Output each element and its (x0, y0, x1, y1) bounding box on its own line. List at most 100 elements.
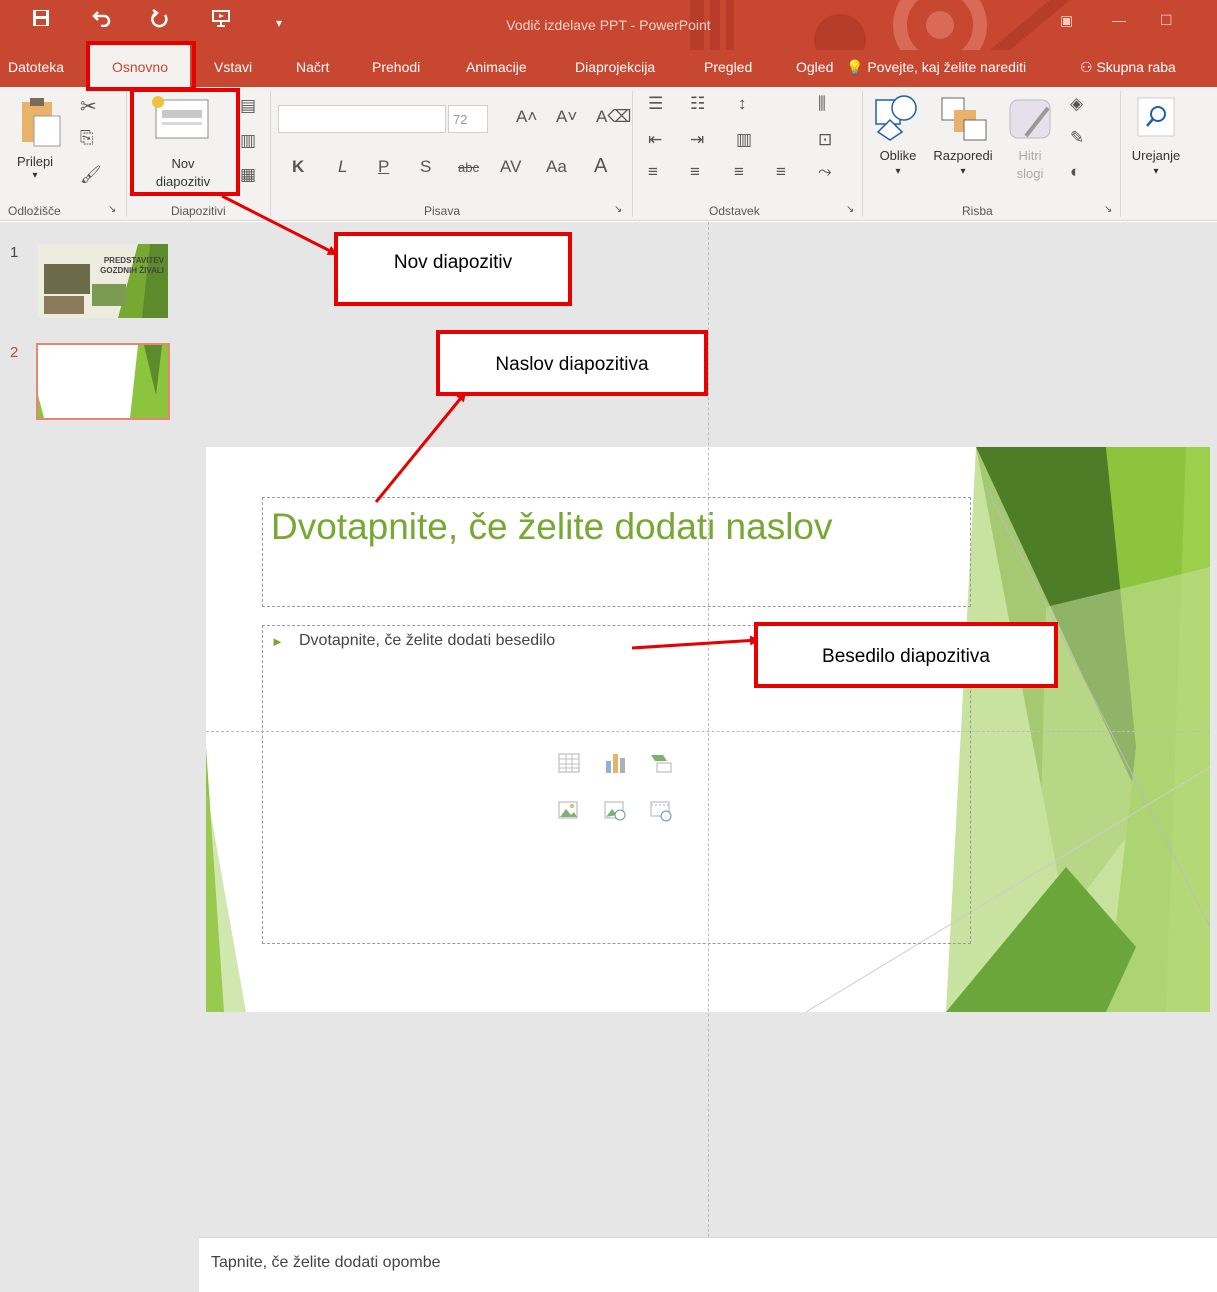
bullet-icon: ► (271, 634, 284, 649)
insert-picture-icon[interactable] (557, 799, 581, 823)
decrease-font-icon[interactable]: A˅ (556, 107, 577, 127)
numbering-icon[interactable]: ☷ (690, 94, 705, 114)
tab-review[interactable]: Pregled (704, 59, 752, 75)
increase-font-icon[interactable]: A˄ (516, 107, 537, 127)
bullets-icon[interactable]: ☰ (648, 94, 663, 114)
paste-label: Prilepi (16, 154, 54, 169)
char-spacing-button[interactable]: AV (500, 157, 521, 177)
ribbon-display-icon[interactable]: ▣ (1060, 12, 1073, 29)
format-painter-icon[interactable]: 🖌 (80, 165, 102, 185)
copy-icon[interactable]: ⎘ (80, 128, 94, 148)
arrange-icon (941, 97, 987, 141)
clipboard-launcher-icon[interactable]: ↘ (108, 204, 116, 215)
title-placeholder[interactable]: Dvotapnite, če želite dodati naslov (262, 497, 971, 607)
layout-icon[interactable]: ▤ (240, 96, 256, 116)
editing-dropdown-icon: ▾ (1153, 166, 1159, 177)
tab-transitions[interactable]: Prehodi (372, 59, 420, 75)
annotation-slide-title: Naslov diapozitiva (436, 330, 708, 396)
clear-format-icon[interactable]: A⌫ (596, 107, 631, 127)
tell-me-text: Povejte, kaj želite narediti (867, 59, 1027, 75)
editing-label: Urejanje (1131, 148, 1181, 163)
share-label: Skupna raba (1096, 59, 1176, 75)
columns-icon[interactable]: ▥ (736, 130, 752, 150)
notes-placeholder: Tapnite, če želite dodati opombe (211, 1254, 441, 1271)
divider (632, 91, 633, 217)
underline-button[interactable]: P (378, 157, 389, 177)
divider (270, 91, 271, 217)
insert-chart-icon[interactable] (603, 751, 627, 775)
shape-fill-icon[interactable]: ◈ (1070, 94, 1083, 114)
thumbnail-1-title: PREDSTAVITEV GOZDNIH ŽIVALI (94, 256, 164, 276)
quick-styles-icon (1009, 99, 1051, 139)
reset-icon[interactable]: ▥ (240, 131, 256, 151)
insert-table-icon[interactable] (557, 751, 581, 775)
section-icon[interactable]: ▦ (240, 165, 256, 185)
cut-icon[interactable]: ✂ (80, 94, 97, 119)
strikethrough-button[interactable]: abc (458, 160, 479, 175)
shape-effects-icon[interactable]: ◐ (1070, 162, 1080, 182)
tab-file[interactable]: Datoteka (8, 59, 64, 75)
tab-view[interactable]: Ogled (796, 59, 833, 75)
tab-animations[interactable]: Animacije (466, 59, 527, 75)
slide-thumbnail-1[interactable]: PREDSTAVITEV GOZDNIH ŽIVALI (38, 244, 168, 318)
paste-button[interactable]: Prilepi ▾ (10, 94, 70, 181)
person-icon: ⚇ (1080, 59, 1093, 75)
shape-outline-icon[interactable]: ✎ (1070, 128, 1084, 148)
font-name-box[interactable] (278, 105, 446, 133)
increase-indent-icon[interactable]: ⇥ (690, 130, 704, 150)
line-spacing-icon[interactable]: ↕ (738, 94, 747, 114)
slide-thumbnail-2[interactable] (36, 343, 170, 420)
justify-icon[interactable]: ≡ (776, 162, 786, 182)
thumbnail-2-graphic (38, 345, 168, 418)
align-left-icon[interactable]: ≡ (648, 162, 658, 182)
paragraph-launcher-icon[interactable]: ↘ (846, 204, 854, 215)
italic-button[interactable]: L (338, 157, 347, 177)
font-launcher-icon[interactable]: ↘ (614, 204, 622, 215)
vertical-guide (708, 222, 709, 1237)
divider (126, 91, 127, 217)
tell-me-box[interactable]: 💡 Povejte, kaj želite narediti (846, 59, 1026, 76)
insert-smartart-icon[interactable] (649, 751, 673, 775)
insert-online-picture-icon[interactable] (603, 799, 627, 823)
insert-video-icon[interactable] (649, 799, 673, 823)
paste-icon (22, 98, 61, 147)
divider (862, 91, 863, 217)
slide-number-1: 1 (10, 244, 19, 261)
minimize-icon[interactable]: — (1112, 12, 1126, 28)
quick-styles-label-line1: Hitri (1018, 148, 1042, 163)
tab-insert[interactable]: Vstavi (214, 59, 252, 75)
horizontal-guide (206, 731, 1210, 732)
editing-button[interactable]: Urejanje ▾ (1124, 92, 1188, 192)
change-case-button[interactable]: Aa (546, 157, 567, 177)
drawing-launcher-icon[interactable]: ↘ (1104, 204, 1112, 215)
shapes-dropdown-icon: ▾ (895, 166, 901, 177)
tab-design[interactable]: Načrt (296, 59, 329, 75)
slide-thumbnail-pane: 1 PREDSTAVITEV GOZDNIH ŽIVALI 2 (0, 222, 199, 1292)
smartart-icon[interactable]: ⤳ (818, 162, 832, 182)
group-slides-label: Diapozitivi (171, 204, 226, 218)
group-drawing-label: Risba (962, 204, 993, 218)
title-placeholder-text: Dvotapnite, če želite dodati naslov (271, 506, 833, 547)
align-text-icon[interactable]: ⊡ (818, 130, 832, 150)
paste-dropdown-icon[interactable]: ▾ (10, 170, 60, 181)
search-icon (1137, 97, 1175, 137)
bold-button[interactable]: K (292, 157, 304, 177)
font-color-button[interactable]: A (594, 155, 607, 178)
tab-slideshow[interactable]: Diaprojekcija (575, 59, 655, 75)
quick-styles-button[interactable]: Hitri slogi (1002, 92, 1058, 192)
text-direction-icon[interactable]: ⫼ (818, 94, 826, 114)
notes-pane[interactable]: Tapnite, če želite dodati opombe (199, 1237, 1217, 1292)
decrease-indent-icon[interactable]: ⇤ (648, 130, 662, 150)
group-paragraph-label: Odstavek (709, 204, 760, 218)
share-button[interactable]: ⚇ Skupna raba (1080, 59, 1176, 76)
lightbulb-icon: 💡 (846, 59, 864, 75)
arrange-button[interactable]: Razporedi ▾ (928, 92, 998, 192)
align-center-icon[interactable]: ≡ (690, 162, 700, 182)
maximize-icon[interactable]: ☐ (1160, 12, 1173, 29)
shapes-button[interactable]: Oblike ▾ (870, 92, 926, 192)
arrange-label: Razporedi (933, 148, 993, 163)
shadow-button[interactable]: S (420, 157, 431, 177)
font-size-box[interactable]: 72 (448, 105, 488, 133)
divider (1120, 91, 1121, 217)
align-right-icon[interactable]: ≡ (734, 162, 744, 182)
